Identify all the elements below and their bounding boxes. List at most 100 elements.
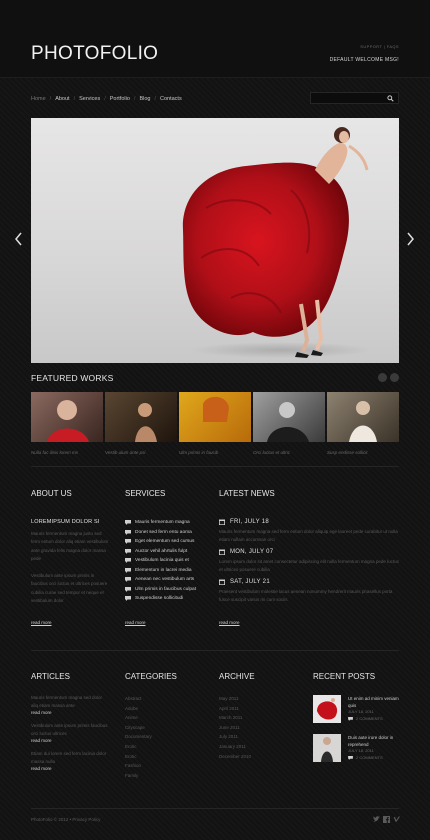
recent-post-title[interactable]: Duis aute irure dolor in reprehend (348, 734, 400, 748)
service-item[interactable]: Auctor vehil ahrtulis fulpt (125, 547, 196, 557)
category-link[interactable]: Documentary (125, 732, 152, 742)
service-label: Aenean nec vestibulum arts (135, 577, 195, 582)
nav-item-blog[interactable]: Blog (139, 96, 150, 102)
category-link[interactable]: Erotic (125, 742, 152, 752)
latest-news-title: LATEST NEWS (219, 489, 275, 498)
article-item: Etiam dui lorem sed ferm lacinia dolor m… (31, 750, 109, 773)
services-title: SERVICES (125, 489, 166, 498)
service-label: Mauris fermentum magna (135, 520, 190, 525)
speech-bubble-icon (125, 529, 131, 535)
category-link[interactable]: Family (125, 771, 152, 781)
news-text: Mauris fermentum magna sed ferm entum do… (219, 529, 398, 542)
news-date: MON, JULY 07 (230, 549, 274, 555)
main-nav: Home / About / Services / Portfolio / Bl… (31, 96, 186, 102)
news-date: FRI, JULY 18 (230, 519, 270, 525)
footer-copyright[interactable]: PhotoFolio © 2012 • Privacy Policy (31, 817, 100, 822)
recent-post[interactable]: Ut enim ad minim veniam quis JULY 18, 20… (313, 695, 399, 725)
archive-link[interactable]: December 2010 (219, 752, 251, 762)
article-link[interactable]: read more (31, 766, 52, 771)
featured-thumb[interactable] (253, 392, 325, 442)
about-read-more[interactable]: read more (31, 620, 52, 625)
article-link[interactable]: read more (31, 738, 52, 743)
archive-list: May 2011 April 2011 March 2011 June 2011… (219, 694, 251, 761)
featured-caption[interactable]: Ulm primis in faucib (179, 450, 218, 455)
featured-thumb[interactable] (31, 392, 103, 442)
service-item[interactable]: Elementum in lacrei media (125, 566, 196, 576)
speech-bubble-icon (125, 558, 131, 564)
archive-link[interactable]: May 2011 (219, 694, 251, 704)
recent-post[interactable]: Duis aute irure dolor in reprehend JULY … (313, 734, 399, 764)
featured-thumb[interactable] (179, 392, 251, 442)
category-link[interactable]: Erotic (125, 752, 152, 762)
category-link[interactable]: Cityscape (125, 723, 152, 733)
news-item[interactable]: MON, JULY 07 Lorem ipsum dolor sit amet … (219, 549, 399, 574)
articles-title: ARTICLES (31, 672, 70, 681)
service-label: Ulm primis in faucibus culpat (135, 586, 197, 592)
recent-post-comments[interactable]: 2 COMMENTS (348, 755, 383, 760)
thumb-image (203, 396, 229, 422)
top-links[interactable]: SUPPORT | FAQS (360, 44, 399, 49)
service-item[interactable]: Suspendisse sollicitudi (125, 594, 196, 604)
slider-next-arrow[interactable] (405, 232, 415, 246)
nav-item-home[interactable]: Home (31, 96, 46, 102)
news-item[interactable]: SAT, JULY 21 Praesent vestibulum molesti… (219, 579, 399, 604)
speech-bubble-icon (125, 520, 131, 526)
twitter-icon[interactable] (373, 816, 380, 823)
category-link[interactable]: Adobe (125, 704, 152, 714)
article-item: Vestibulum ante ipsum primis faucibus or… (31, 722, 109, 745)
page: { "header": { "logo": "PHOTOFOLIO", "top… (0, 0, 430, 840)
archive-link[interactable]: January 2011 (219, 742, 251, 752)
service-item[interactable]: Mauris fermentum magna (125, 518, 196, 528)
services-read-more[interactable]: read more (125, 620, 146, 625)
categories-title: CATEGORIES (125, 672, 177, 681)
service-label: Vestibulum lacinia quis et (135, 558, 189, 563)
recent-post-date: JULY 18, 2011 (348, 748, 374, 753)
nav-separator: / (104, 96, 106, 102)
featured-next-button[interactable] (390, 373, 399, 382)
archive-link[interactable]: July 2011 (219, 732, 251, 742)
article-link[interactable]: read more (31, 710, 52, 715)
service-item[interactable]: Vestibulum lacinia quis et (125, 556, 196, 566)
nav-item-portfolio[interactable]: Portfolio (110, 96, 130, 102)
service-label: Eget elementum sed cursus (135, 539, 195, 544)
nav-item-services[interactable]: Services (79, 96, 100, 102)
featured-caption[interactable]: Susp endisse sollicit (327, 450, 368, 455)
archive-link[interactable]: April 2011 (219, 704, 251, 714)
divider (31, 808, 399, 809)
article-text: Vestibulum ante ipsum primis faucibus or… (31, 723, 108, 736)
news-item[interactable]: FRI, JULY 18 Mauris fermentum magna sed … (219, 519, 399, 544)
recent-post-thumb[interactable] (313, 734, 341, 762)
featured-prev-button[interactable] (378, 373, 387, 382)
archive-link[interactable]: June 2011 (219, 723, 251, 733)
speech-bubble-icon (125, 548, 131, 554)
news-read-more[interactable]: read more (219, 620, 240, 625)
hero-slider[interactable] (31, 118, 399, 363)
service-item[interactable]: Eget elementum sed cursus (125, 537, 196, 547)
category-link[interactable]: Anime (125, 713, 152, 723)
thumb-image (135, 403, 157, 442)
category-link[interactable]: Abstract (125, 694, 152, 704)
category-link[interactable]: Fashion (125, 761, 152, 771)
recent-post-comments[interactable]: 2 COMMENTS (348, 716, 383, 721)
service-item[interactable]: Donet sed ferm entu aoma (125, 528, 196, 538)
search-icon[interactable] (387, 95, 394, 102)
calendar-icon (219, 519, 225, 525)
featured-caption[interactable]: Orci luctus et ultric (253, 450, 290, 455)
service-item[interactable]: Ulm primis in faucibus culpat (125, 585, 196, 595)
thumb-image (349, 401, 377, 442)
facebook-icon[interactable] (383, 816, 390, 823)
service-item[interactable]: Aenean nec vestibulum arts (125, 575, 196, 585)
recent-post-title[interactable]: Ut enim ad minim veniam quis (348, 695, 400, 709)
featured-thumb[interactable] (327, 392, 399, 442)
vimeo-icon[interactable] (393, 816, 400, 823)
search-input[interactable] (315, 94, 385, 103)
featured-caption[interactable]: Nulla fac ilisis lorem ms (31, 450, 78, 455)
nav-item-about[interactable]: About (55, 96, 69, 102)
recent-post-thumb[interactable] (313, 695, 341, 723)
slider-prev-arrow[interactable] (14, 232, 24, 246)
featured-caption[interactable]: Vestib ulum ante psi (105, 450, 145, 455)
featured-thumb[interactable] (105, 392, 177, 442)
archive-link[interactable]: March 2011 (219, 713, 251, 723)
nav-item-contacts[interactable]: Contacts (160, 96, 182, 102)
site-logo[interactable]: PHOTOFOLIO (31, 44, 158, 63)
